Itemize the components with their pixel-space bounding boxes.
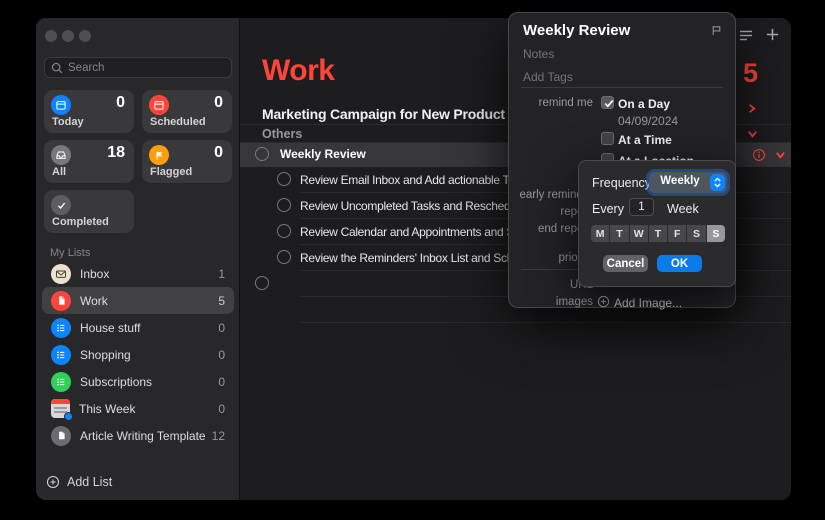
flagged-label: Flagged <box>150 166 192 178</box>
completed-label: Completed <box>52 216 109 228</box>
chevron-down-icon[interactable] <box>747 128 758 139</box>
view-options-icon[interactable] <box>738 28 754 43</box>
stepper-arrows-icon <box>710 174 725 191</box>
today-count: 0 <box>116 94 125 112</box>
reminder-date[interactable]: 04/09/2024 <box>618 114 678 128</box>
sidebar-item-this-week[interactable]: This Week 0 <box>42 395 234 422</box>
my-lists: Inbox 1 Work 5 House stuff 0 <box>42 260 234 449</box>
info-icon[interactable] <box>752 148 766 162</box>
day-segment-friday[interactable]: F <box>668 225 687 242</box>
interval-input[interactable]: 1 <box>629 198 654 216</box>
add-list-button[interactable]: Add List <box>46 475 112 489</box>
flag-icon <box>149 145 169 165</box>
list-count-badge: 5 <box>743 58 758 89</box>
checkmark-icon <box>51 195 71 215</box>
every-label: Every <box>592 202 624 216</box>
smart-list-flagged[interactable]: 0 Flagged <box>142 140 232 183</box>
repeat-frequency-popup: Frequency: Weekly Every 1 Week M T W T F… <box>578 160 736 287</box>
page-title: Work <box>262 54 334 88</box>
frequency-value: Weekly <box>649 175 711 187</box>
on-a-day-checkbox[interactable] <box>601 96 614 109</box>
add-image-icon <box>597 295 610 308</box>
smart-list-all[interactable]: 18 All <box>44 140 134 183</box>
list-bullets-icon <box>51 318 71 338</box>
my-lists-header: My Lists <box>50 247 90 259</box>
remind-me-label: remind me <box>509 97 593 109</box>
detail-title: Weekly Review <box>523 22 630 39</box>
window-controls[interactable] <box>45 30 91 42</box>
plus-circle-icon <box>46 475 60 489</box>
reminder-checkbox[interactable] <box>277 198 291 212</box>
calendar-today-icon <box>51 95 71 115</box>
cancel-button[interactable]: Cancel <box>603 255 648 272</box>
reminder-checkbox[interactable] <box>277 172 291 186</box>
minimize-window-icon[interactable] <box>62 30 74 42</box>
day-segment-monday[interactable]: M <box>591 225 610 242</box>
sidebar-item-work[interactable]: Work 5 <box>42 287 234 314</box>
today-label: Today <box>52 116 84 128</box>
list-bullets-icon <box>51 372 71 392</box>
chevron-down-icon[interactable] <box>775 149 786 160</box>
calendar-badge-icon <box>51 399 70 418</box>
flagged-count: 0 <box>214 144 223 162</box>
reminder-checkbox[interactable] <box>277 224 291 238</box>
at-a-time-label: At a Time <box>618 133 672 147</box>
list-bullets-icon <box>51 345 71 365</box>
flag-outline-icon[interactable] <box>710 24 723 37</box>
weekday-selector: M T W T F S S <box>591 225 725 242</box>
close-window-icon[interactable] <box>45 30 57 42</box>
search-input[interactable] <box>68 62 225 74</box>
all-label: All <box>52 166 66 178</box>
sidebar-item-house-stuff[interactable]: House stuff 0 <box>42 314 234 341</box>
scheduled-count: 0 <box>214 94 223 112</box>
smart-lists: 0 Today 0 Scheduled 18 All <box>44 90 232 233</box>
add-image-button[interactable]: Add Image... <box>614 296 682 310</box>
chevron-right-icon[interactable] <box>746 103 757 114</box>
at-a-time-checkbox[interactable] <box>601 132 614 145</box>
sidebar-item-shopping[interactable]: Shopping 0 <box>42 341 234 368</box>
smart-list-scheduled[interactable]: 0 Scheduled <box>142 90 232 133</box>
search-icon <box>51 62 63 74</box>
interval-unit-label: Week <box>667 202 699 216</box>
day-segment-wednesday[interactable]: W <box>630 225 649 242</box>
envelope-icon <box>51 264 71 284</box>
scheduled-label: Scheduled <box>150 116 206 128</box>
smart-list-completed[interactable]: Completed <box>44 190 134 233</box>
ok-button[interactable]: OK <box>657 255 702 272</box>
all-count: 18 <box>107 144 125 162</box>
zoom-window-icon[interactable] <box>79 30 91 42</box>
day-segment-tuesday[interactable]: T <box>610 225 629 242</box>
calendar-scheduled-icon <box>149 95 169 115</box>
search-field[interactable] <box>44 57 232 78</box>
document-icon <box>51 291 71 311</box>
smart-list-today[interactable]: 0 Today <box>44 90 134 133</box>
tray-icon <box>51 145 71 165</box>
day-segment-sunday[interactable]: S <box>707 225 725 242</box>
notes-field[interactable]: Notes <box>523 47 554 61</box>
sidebar-item-subscriptions[interactable]: Subscriptions 0 <box>42 368 234 395</box>
reminder-checkbox[interactable] <box>255 147 269 161</box>
images-label: images <box>509 296 593 308</box>
day-segment-thursday[interactable]: T <box>649 225 668 242</box>
page-icon <box>51 426 71 446</box>
add-reminder-icon[interactable] <box>765 27 780 42</box>
reminder-checkbox[interactable] <box>277 250 291 264</box>
sidebar: 0 Today 0 Scheduled 18 All <box>36 18 240 500</box>
reminder-checkbox[interactable] <box>255 276 269 290</box>
sidebar-item-article-writing-template[interactable]: Article Writing Template 12 <box>42 422 234 449</box>
tags-field[interactable]: Add Tags <box>523 70 573 84</box>
on-a-day-label: On a Day <box>618 97 670 111</box>
sidebar-item-inbox[interactable]: Inbox 1 <box>42 260 234 287</box>
frequency-select[interactable]: Weekly <box>649 172 727 193</box>
day-segment-saturday[interactable]: S <box>687 225 706 242</box>
frequency-label: Frequency: <box>592 176 655 190</box>
